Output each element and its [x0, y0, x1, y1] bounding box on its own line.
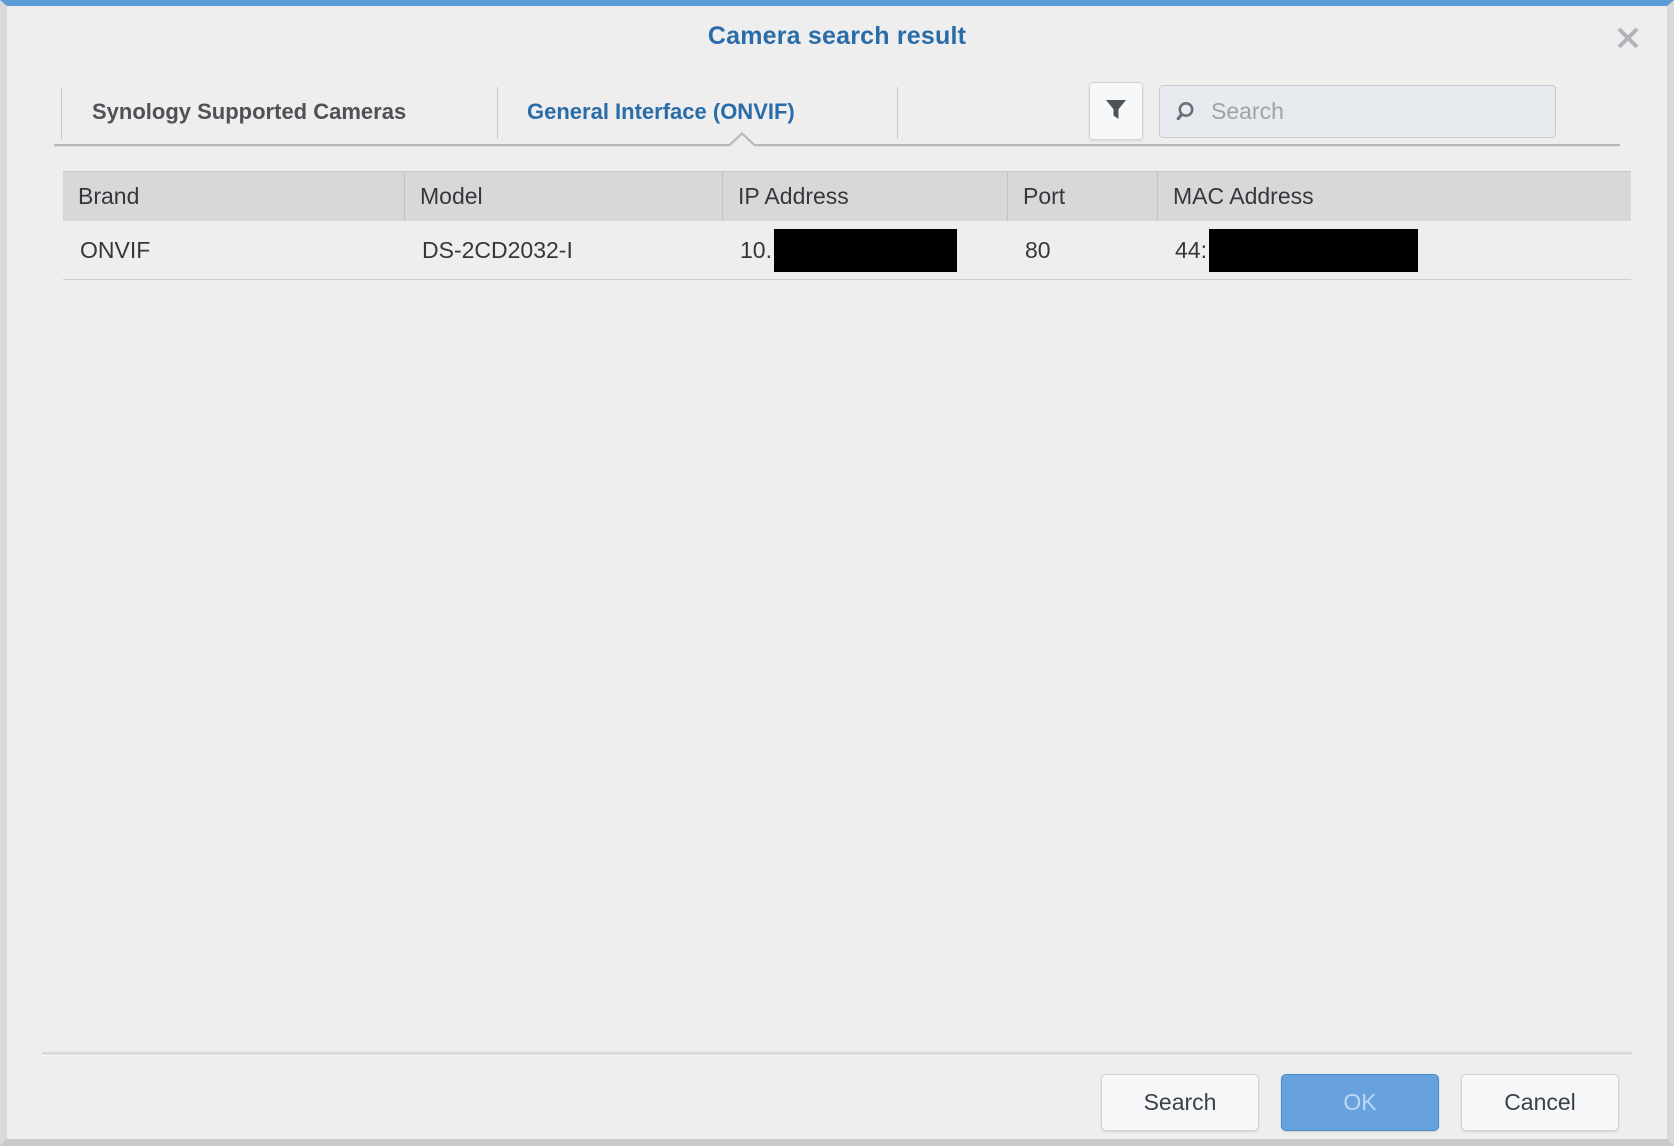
search-magnifier-icon [1176, 100, 1200, 124]
tab-synology-supported-cameras[interactable]: Synology Supported Cameras [92, 84, 406, 140]
search-button[interactable]: Search [1101, 1074, 1259, 1131]
active-tab-caret-fill-icon [729, 135, 755, 147]
table-header-row: Brand Model IP Address Port MAC Address [63, 171, 1631, 221]
search-input[interactable] [1211, 98, 1521, 125]
cancel-button[interactable]: Cancel [1461, 1074, 1619, 1131]
cell-ip-address: 10. [723, 221, 1008, 279]
column-header-mac-address[interactable]: MAC Address [1158, 172, 1631, 221]
footer-divider [42, 1052, 1632, 1056]
camera-results-table: Brand Model IP Address Port MAC Address … [63, 171, 1631, 280]
cell-model: DS-2CD2032-I [422, 236, 573, 263]
cell-brand: ONVIF [80, 236, 151, 263]
tab-divider [897, 87, 898, 139]
column-header-brand[interactable]: Brand [63, 172, 405, 221]
cell-port: 80 [1025, 236, 1051, 263]
column-header-ip-address[interactable]: IP Address [723, 172, 1008, 221]
ok-button[interactable]: OK [1281, 1074, 1439, 1131]
tab-underline [54, 144, 1620, 147]
filter-button[interactable] [1089, 82, 1143, 140]
close-icon[interactable] [1606, 16, 1650, 60]
page-title: Camera search result [707, 22, 967, 50]
tab-divider [497, 87, 498, 139]
tab-bar: Synology Supported Cameras General Inter… [54, 82, 1620, 140]
ip-redaction-bar [773, 228, 957, 272]
column-header-model[interactable]: Model [405, 172, 723, 221]
footer-button-group: Search OK Cancel [1101, 1074, 1619, 1131]
cell-mac-address: 44: [1158, 221, 1631, 279]
dialog-titlebar: Camera search result [7, 6, 1667, 72]
search-box[interactable] [1159, 85, 1556, 138]
mac-redaction-bar [1208, 228, 1418, 272]
table-row[interactable]: ONVIF DS-2CD2032-I 10. 80 44: [63, 221, 1631, 280]
camera-search-result-dialog: Camera search result Synology Supported … [0, 0, 1674, 1146]
mac-prefix: 44: [1175, 236, 1207, 263]
column-header-port[interactable]: Port [1008, 172, 1158, 221]
tab-divider [61, 87, 62, 139]
ip-prefix: 10. [740, 236, 772, 263]
filter-funnel-icon [1103, 96, 1129, 127]
